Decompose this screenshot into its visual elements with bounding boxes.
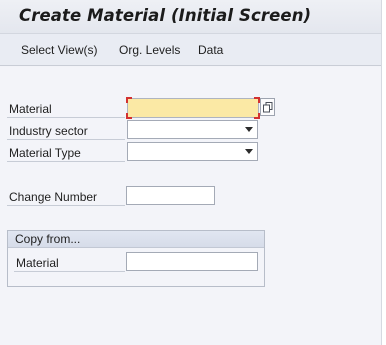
copy-from-header: Copy from... xyxy=(8,231,264,248)
page-title: Create Material (Initial Screen) xyxy=(19,6,312,25)
menu-item-data[interactable]: Data xyxy=(198,43,223,57)
industry-sector-dropdown[interactable] xyxy=(127,120,258,139)
change-number-input[interactable] xyxy=(126,186,215,205)
menu-item-org-levels[interactable]: Org. Levels xyxy=(119,43,180,57)
change-number-label: Change Number xyxy=(9,190,98,204)
chevron-down-icon[interactable] xyxy=(245,149,253,154)
material-label: Material xyxy=(9,102,52,116)
menu-bar: Select View(s) Org. Levels Data xyxy=(0,34,386,66)
required-marker xyxy=(126,113,132,119)
label-underline xyxy=(7,117,125,118)
material-type-dropdown[interactable] xyxy=(127,142,258,161)
label-underline xyxy=(7,205,125,206)
label-underline xyxy=(7,139,125,140)
label-underline xyxy=(7,161,125,162)
industry-sector-label: Industry sector xyxy=(9,124,88,138)
material-type-label: Material Type xyxy=(9,146,81,160)
value-help-icon xyxy=(263,102,273,113)
right-scroll-edge xyxy=(381,0,386,345)
copy-from-material-label: Material xyxy=(16,256,59,270)
title-bar: Create Material (Initial Screen) xyxy=(0,0,386,34)
copy-from-title: Copy from... xyxy=(15,232,81,246)
value-help-button[interactable] xyxy=(260,98,275,116)
copy-from-material-input[interactable] xyxy=(126,252,258,271)
label-underline xyxy=(14,271,125,272)
required-marker xyxy=(126,97,132,103)
chevron-down-icon[interactable] xyxy=(245,127,253,132)
menu-item-select-views[interactable]: Select View(s) xyxy=(21,43,97,57)
material-input[interactable] xyxy=(126,97,260,119)
